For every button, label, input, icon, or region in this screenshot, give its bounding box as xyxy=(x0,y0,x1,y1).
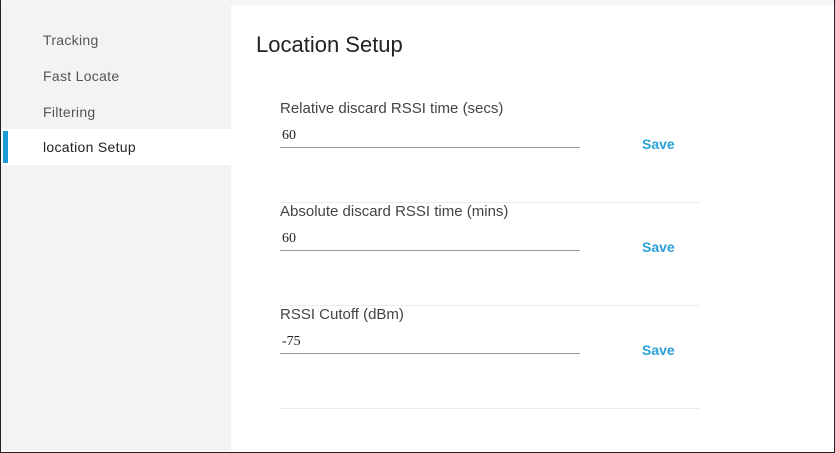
window-frame xyxy=(0,0,835,453)
